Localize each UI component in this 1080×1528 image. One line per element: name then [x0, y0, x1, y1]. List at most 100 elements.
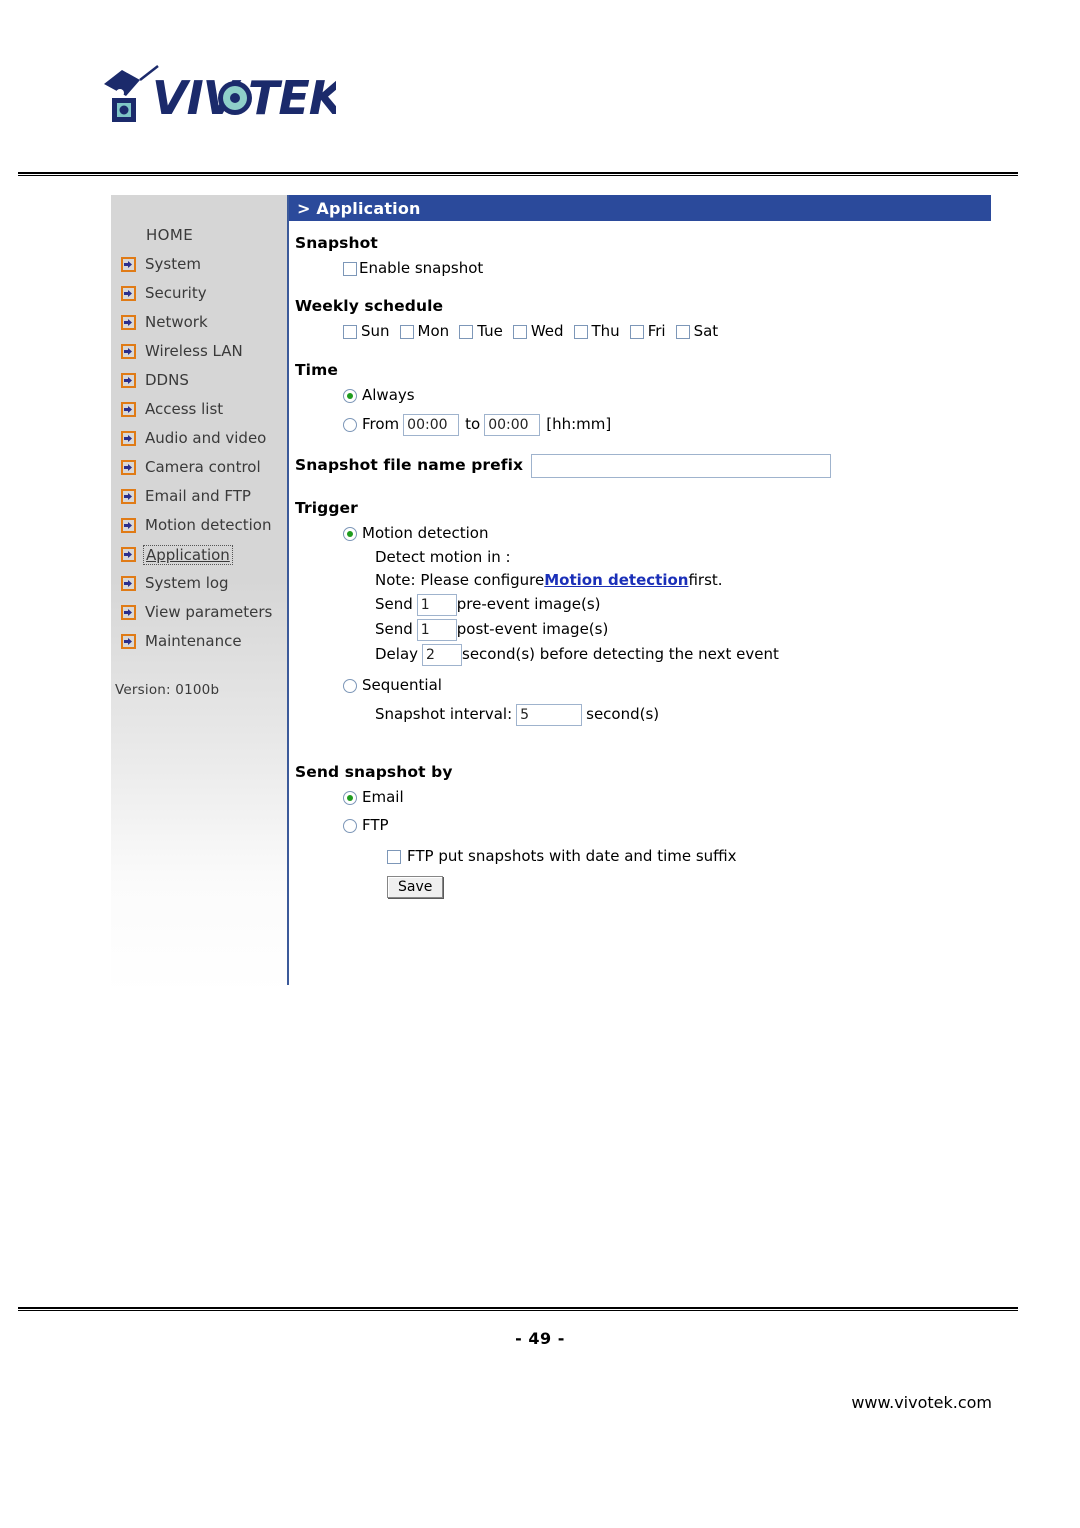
sidebar-item-label: Wireless LAN — [145, 344, 243, 359]
sidebar-item-home[interactable]: HOME — [111, 221, 287, 250]
sidebar-item-label: Camera control — [145, 460, 261, 475]
time-always-row[interactable]: Always — [295, 383, 983, 408]
day-checkbox-thu[interactable] — [574, 325, 588, 339]
sidebar-item-label: View parameters — [145, 605, 272, 620]
send-by-ftp-radio[interactable] — [343, 819, 357, 833]
trigger-sequential-row[interactable]: Sequential — [295, 673, 983, 698]
sidebar-item-network[interactable]: Network — [111, 308, 287, 337]
trigger-sequential-label: Sequential — [362, 677, 442, 694]
day-label-fri: Fri — [648, 323, 666, 340]
weekly-schedule-days: Sun Mon Tue Wed Thu Fri Sat — [295, 319, 983, 344]
snapshot-prefix-input[interactable] — [531, 454, 831, 478]
enable-snapshot-label: Enable snapshot — [359, 260, 483, 277]
vivotek-logo: VIV TEK — [96, 62, 336, 132]
post-event-count-input[interactable] — [417, 619, 457, 641]
sidebar-item-access-list[interactable]: Access list — [111, 395, 287, 424]
snapshot-interval-input[interactable] — [516, 704, 582, 726]
snapshot-interval-label: Snapshot interval: — [375, 706, 512, 723]
snapshot-interval-row: Snapshot interval: second(s) — [295, 702, 983, 727]
day-checkbox-mon[interactable] — [400, 325, 414, 339]
time-always-label: Always — [362, 387, 415, 404]
time-always-radio[interactable] — [343, 389, 357, 403]
arrow-right-icon — [121, 373, 136, 388]
sidebar-item-security[interactable]: Security — [111, 279, 287, 308]
main-content: > Application Snapshot Enable snapshot W… — [287, 195, 983, 985]
sidebar-item-email-and-ftp[interactable]: Email and FTP — [111, 482, 287, 511]
send-by-email-radio[interactable] — [343, 791, 357, 805]
day-label-wed: Wed — [531, 323, 564, 340]
arrow-right-icon — [121, 286, 136, 301]
enable-snapshot-row[interactable]: Enable snapshot — [295, 256, 983, 281]
snapshot-prefix-row: Snapshot file name prefix — [295, 453, 983, 478]
section-title-send-snapshot-by: Send snapshot by — [295, 763, 983, 781]
detect-motion-in-row: Detect motion in : — [295, 546, 983, 569]
day-checkbox-wed[interactable] — [513, 325, 527, 339]
ftp-date-suffix-checkbox[interactable] — [387, 850, 401, 864]
arrow-right-icon — [121, 518, 136, 533]
snapshot-prefix-label: Snapshot file name prefix — [295, 457, 523, 475]
day-checkbox-sun[interactable] — [343, 325, 357, 339]
page-number: - 49 - — [0, 1329, 1080, 1348]
time-to-label: to — [465, 416, 480, 433]
sidebar-item-camera-control[interactable]: Camera control — [111, 453, 287, 482]
sidebar-item-label: DDNS — [145, 373, 189, 388]
arrow-right-icon — [121, 402, 136, 417]
day-checkbox-fri[interactable] — [630, 325, 644, 339]
section-title-weekly-schedule: Weekly schedule — [295, 297, 983, 315]
sidebar-item-wireless-lan[interactable]: Wireless LAN — [111, 337, 287, 366]
sidebar-item-maintenance[interactable]: Maintenance — [111, 627, 287, 656]
day-checkbox-sat[interactable] — [676, 325, 690, 339]
trigger-sequential-radio[interactable] — [343, 679, 357, 693]
time-from-input[interactable] — [403, 414, 459, 436]
section-title-snapshot: Snapshot — [295, 234, 983, 252]
sidebar-item-label: Network — [145, 315, 208, 330]
enable-snapshot-checkbox[interactable] — [343, 262, 357, 276]
application-settings-page: HOME System Security Network — [111, 195, 983, 995]
sidebar-item-label: Security — [145, 286, 207, 301]
sidebar-item-view-parameters[interactable]: View parameters — [111, 598, 287, 627]
time-to-input[interactable] — [484, 414, 540, 436]
send-by-email-row[interactable]: Email — [295, 785, 983, 810]
snapshot-interval-unit: second(s) — [586, 706, 659, 723]
trigger-motion-radio[interactable] — [343, 527, 357, 541]
ftp-date-suffix-row[interactable]: FTP put snapshots with date and time suf… — [295, 844, 983, 869]
section-title-time: Time — [295, 361, 983, 379]
motion-detection-link[interactable]: Motion detection — [544, 572, 688, 589]
time-range-radio[interactable] — [343, 418, 357, 432]
sidebar-item-label: System log — [145, 576, 229, 591]
save-button[interactable]: Save — [387, 876, 443, 898]
delay-seconds-input[interactable] — [422, 644, 462, 666]
sidebar-item-system[interactable]: System — [111, 250, 287, 279]
sidebar-item-motion-detection[interactable]: Motion detection — [111, 511, 287, 540]
delay-label: Delay — [375, 646, 418, 663]
sidebar-item-label: Email and FTP — [145, 489, 251, 504]
arrow-right-icon — [121, 460, 136, 475]
day-label-mon: Mon — [418, 323, 450, 340]
day-checkbox-tue[interactable] — [459, 325, 473, 339]
sidebar-item-system-log[interactable]: System log — [111, 569, 287, 598]
sidebar-item-audio-and-video[interactable]: Audio and video — [111, 424, 287, 453]
time-format-hint: [hh:mm] — [546, 416, 611, 433]
motion-note-row: Note: Please configure Motion detection … — [295, 569, 983, 592]
website-url: www.vivotek.com — [851, 1393, 992, 1412]
arrow-right-icon — [121, 576, 136, 591]
pre-event-send-label: Send — [375, 596, 413, 613]
post-event-unit-label: post-event image(s) — [457, 621, 609, 638]
send-by-ftp-row[interactable]: FTP — [295, 813, 983, 838]
svg-text:TEK: TEK — [248, 71, 336, 125]
delay-unit-label: second(s) before detecting the next even… — [462, 646, 779, 663]
sidebar-item-application[interactable]: Application — [111, 540, 287, 569]
save-button-row: Save — [295, 874, 983, 899]
pre-event-row: Send pre-event image(s) — [295, 592, 983, 617]
time-from-label: From — [362, 416, 399, 433]
sidebar-item-ddns[interactable]: DDNS — [111, 366, 287, 395]
arrow-right-icon — [121, 344, 136, 359]
page-title: > Application — [289, 195, 991, 221]
pre-event-count-input[interactable] — [417, 594, 457, 616]
trigger-motion-label: Motion detection — [362, 525, 488, 542]
time-range-row[interactable]: From to [hh:mm] — [295, 412, 983, 437]
trigger-motion-row[interactable]: Motion detection — [295, 521, 983, 546]
arrow-right-icon — [121, 489, 136, 504]
top-divider — [18, 172, 1018, 178]
section-title-trigger: Trigger — [295, 499, 983, 517]
